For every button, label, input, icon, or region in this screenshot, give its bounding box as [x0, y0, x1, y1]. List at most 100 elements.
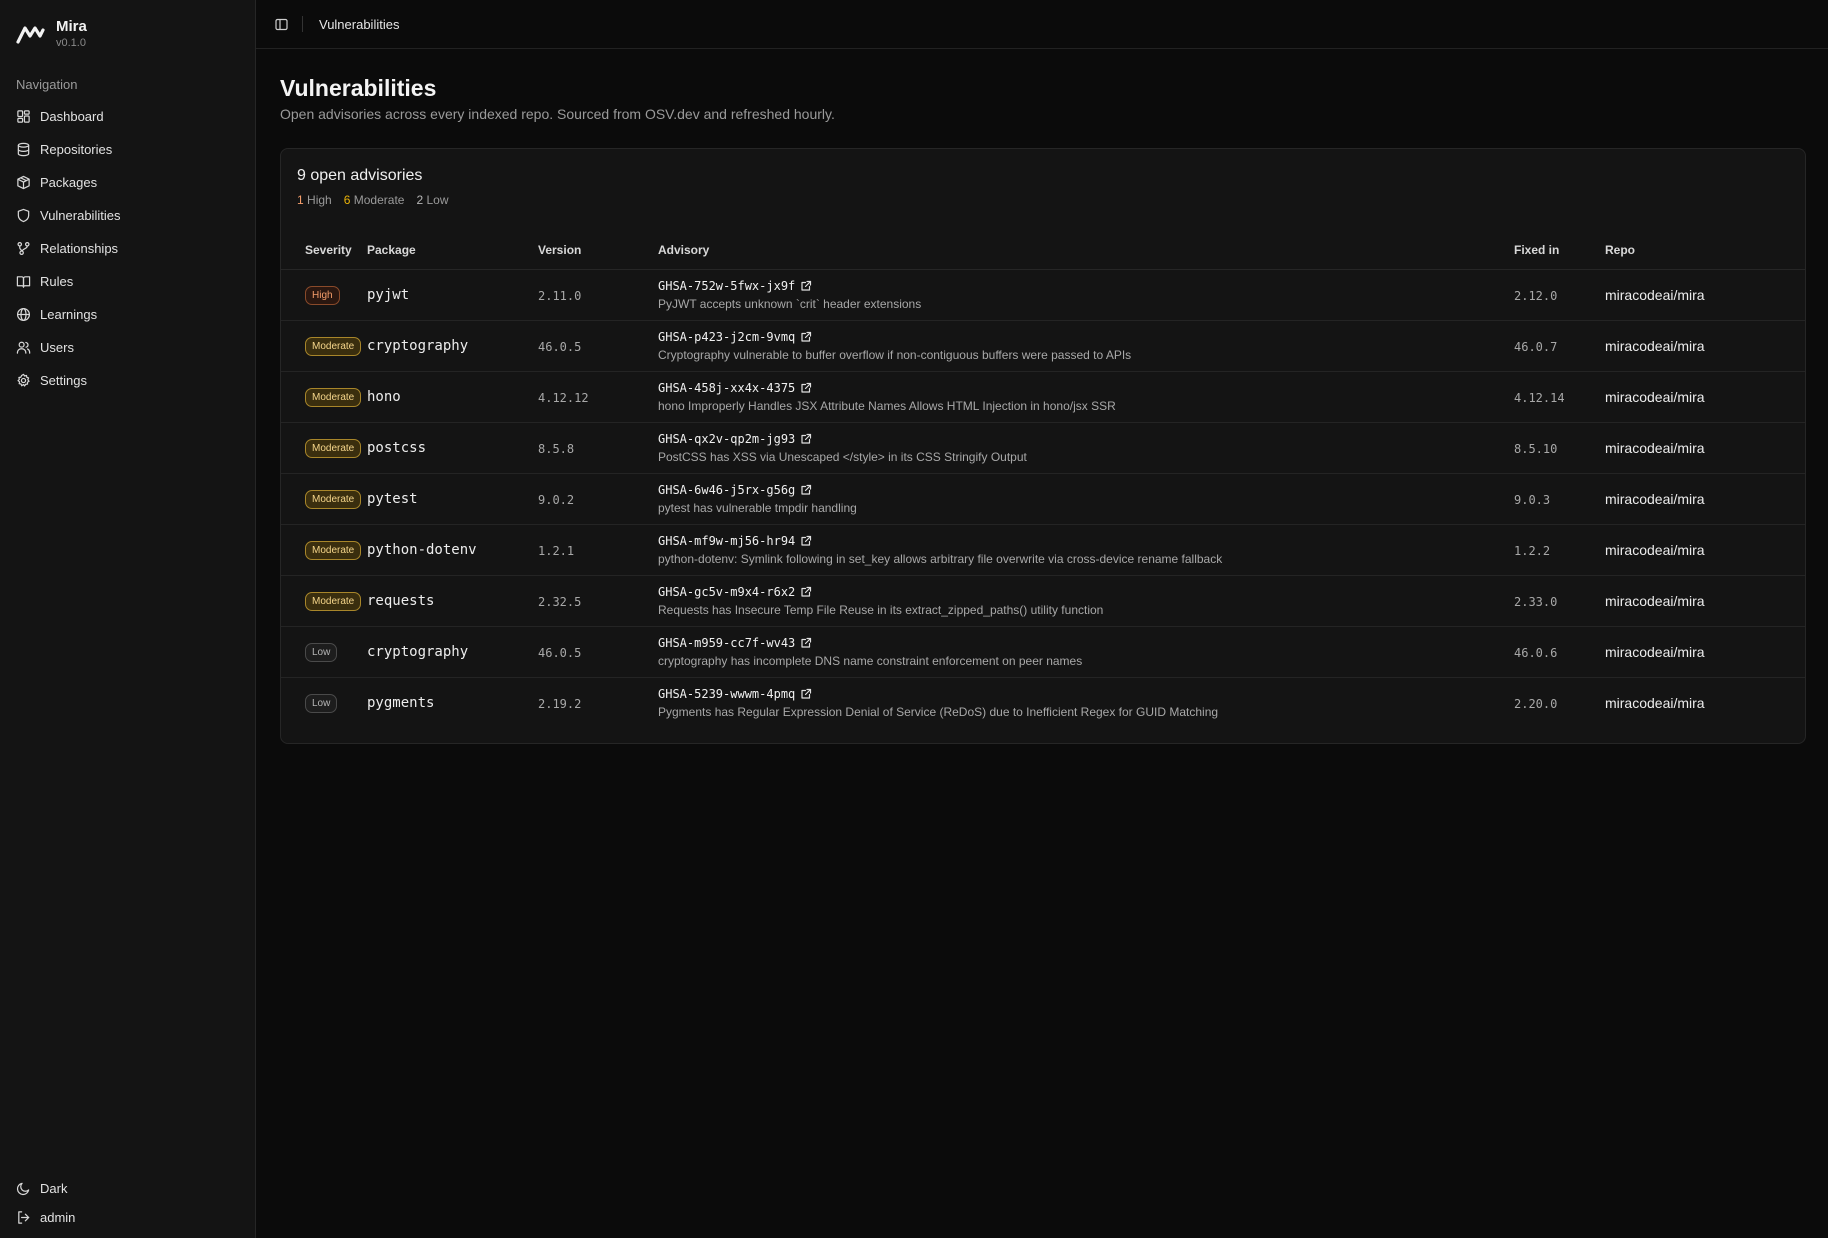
sidebar-item-repositories[interactable]: Repositories — [8, 133, 248, 166]
table-row[interactable]: High pyjwt 2.11.0 GHSA-752w-5fwx-jx9f Py… — [281, 269, 1805, 321]
column-header-repo[interactable]: Repo — [1605, 231, 1805, 270]
external-link-icon — [801, 637, 812, 648]
advisory-link[interactable]: GHSA-p423-j2cm-9vmq — [658, 330, 1514, 344]
sidebar-footer: Dark admin — [8, 1174, 248, 1232]
package-version: 4.12.12 — [538, 390, 589, 405]
table-header-row: Severity Package Version Advisory Fixed … — [281, 231, 1805, 270]
low-count: 2 Low — [416, 193, 449, 207]
repo-name[interactable]: miracodeai/mira — [1605, 644, 1705, 660]
advisories-table-body: High pyjwt 2.11.0 GHSA-752w-5fwx-jx9f Py… — [281, 269, 1805, 728]
advisory-description: hono Improperly Handles JSX Attribute Na… — [658, 398, 1116, 413]
table-row[interactable]: Low cryptography 46.0.5 GHSA-m959-cc7f-w… — [281, 626, 1805, 678]
fixed-version: 4.12.14 — [1514, 390, 1565, 405]
fixed-version: 8.5.10 — [1514, 441, 1558, 456]
fixed-version: 2.20.0 — [1514, 696, 1558, 711]
repo-name[interactable]: miracodeai/mira — [1605, 440, 1705, 456]
severity-badge: Moderate — [305, 387, 362, 407]
sidebar-item-relationships[interactable]: Relationships — [8, 232, 248, 265]
sidebar-item-label: Rules — [40, 274, 74, 289]
package-version: 1.2.1 — [538, 543, 575, 558]
sidebar: Mira v0.1.0 Navigation Dashboard Reposit… — [0, 0, 256, 1238]
package-version: 46.0.5 — [538, 339, 582, 354]
advisory-link[interactable]: GHSA-458j-xx4x-4375 — [658, 381, 1514, 395]
repo-name[interactable]: miracodeai/mira — [1605, 491, 1705, 507]
table-row[interactable]: Moderate cryptography 46.0.5 GHSA-p423-j… — [281, 320, 1805, 372]
git-branch-icon — [17, 241, 30, 256]
package-version: 46.0.5 — [538, 645, 582, 660]
table-row[interactable]: Moderate postcss 8.5.8 GHSA-qx2v-qp2m-jg… — [281, 422, 1805, 474]
sidebar-nav: Dashboard Repositories Packages Vulnerab… — [8, 100, 248, 397]
package-version: 9.0.2 — [538, 492, 575, 507]
advisory-link[interactable]: GHSA-gc5v-m9x4-r6x2 — [658, 585, 1514, 599]
column-header-severity[interactable]: Severity — [281, 231, 367, 270]
repo-name[interactable]: miracodeai/mira — [1605, 593, 1705, 609]
table-row[interactable]: Moderate requests 2.32.5 GHSA-gc5v-m9x4-… — [281, 575, 1805, 627]
topbar-divider — [302, 16, 303, 32]
sidebar-toggle-button[interactable] — [271, 14, 291, 34]
sidebar-item-label: Users — [40, 340, 74, 355]
package-name: pyjwt — [367, 287, 410, 303]
advisory-id: GHSA-m959-cc7f-wv43 — [658, 635, 796, 650]
advisory-link[interactable]: GHSA-qx2v-qp2m-jg93 — [658, 432, 1514, 446]
repo-name[interactable]: miracodeai/mira — [1605, 389, 1705, 405]
sidebar-item-dashboard[interactable]: Dashboard — [8, 100, 248, 133]
fixed-version: 1.2.2 — [1514, 543, 1551, 558]
severity-badge: Moderate — [305, 540, 362, 560]
column-header-advisory[interactable]: Advisory — [658, 231, 1514, 270]
sidebar-item-users[interactable]: Users — [8, 331, 248, 364]
mira-logo-icon — [16, 26, 45, 44]
advisory-description: PostCSS has XSS via Unescaped </style> i… — [658, 449, 1027, 464]
external-link-icon — [801, 331, 812, 342]
high-count: 1 High — [297, 193, 332, 207]
sidebar-item-label: Packages — [40, 175, 98, 190]
column-header-fixed-in[interactable]: Fixed in — [1514, 231, 1605, 270]
advisory-link[interactable]: GHSA-5239-wwwm-4pmq — [658, 687, 1514, 701]
advisories-count-title: 9 open advisories — [297, 167, 423, 184]
brand[interactable]: Mira v0.1.0 — [16, 18, 87, 50]
table-row[interactable]: Moderate hono 4.12.12 GHSA-458j-xx4x-437… — [281, 371, 1805, 423]
advisory-id: GHSA-6w46-j5rx-g56g — [658, 482, 796, 497]
theme-label: Dark — [40, 1181, 68, 1196]
logout-icon — [18, 1211, 30, 1224]
sidebar-item-packages[interactable]: Packages — [8, 166, 248, 199]
package-name: pygments — [367, 695, 435, 712]
package-version: 2.19.2 — [538, 696, 582, 711]
repo-name[interactable]: miracodeai/mira — [1605, 287, 1705, 303]
fixed-version: 9.0.3 — [1514, 492, 1551, 507]
advisory-link[interactable]: GHSA-m959-cc7f-wv43 — [658, 636, 1514, 650]
brand-version: v0.1.0 — [56, 37, 86, 49]
logout-button[interactable]: admin — [8, 1203, 248, 1232]
brand-name: Mira — [56, 18, 87, 35]
advisory-link[interactable]: GHSA-mf9w-mj56-hr94 — [658, 534, 1514, 548]
globe-icon — [16, 307, 31, 322]
sidebar-item-vulnerabilities[interactable]: Vulnerabilities — [8, 199, 248, 232]
package-name: python-dotenv — [367, 542, 477, 558]
fixed-version: 46.0.6 — [1514, 645, 1558, 660]
external-link-icon — [801, 433, 812, 444]
advisory-id: GHSA-5239-wwwm-4pmq — [658, 686, 796, 701]
advisory-id: GHSA-752w-5fwx-jx9f — [658, 278, 796, 293]
table-row[interactable]: Moderate pytest 9.0.2 GHSA-6w46-j5rx-g56… — [281, 473, 1805, 525]
table-row[interactable]: Moderate python-dotenv 1.2.1 GHSA-mf9w-m… — [281, 524, 1805, 576]
external-link-icon — [801, 688, 812, 699]
repo-name[interactable]: miracodeai/mira — [1605, 338, 1705, 354]
sidebar-item-rules[interactable]: Rules — [8, 265, 248, 298]
book-icon — [16, 276, 31, 288]
advisory-link[interactable]: GHSA-6w46-j5rx-g56g — [658, 483, 1514, 497]
severity-badge: High — [305, 285, 340, 305]
column-header-version[interactable]: Version — [538, 231, 658, 270]
theme-toggle[interactable]: Dark — [8, 1174, 248, 1203]
severity-badge: Low — [305, 642, 338, 662]
repo-name[interactable]: miracodeai/mira — [1605, 695, 1705, 711]
page-title: Vulnerabilities — [280, 75, 437, 101]
package-version: 8.5.8 — [538, 441, 575, 456]
advisory-id: GHSA-p423-j2cm-9vmq — [658, 329, 796, 344]
repo-name[interactable]: miracodeai/mira — [1605, 542, 1705, 558]
sidebar-toggle-icon — [274, 18, 288, 30]
column-header-package[interactable]: Package — [367, 231, 538, 270]
sidebar-item-settings[interactable]: Settings — [8, 364, 248, 397]
table-row[interactable]: Low pygments 2.19.2 GHSA-5239-wwwm-4pmq … — [281, 677, 1805, 728]
database-icon — [17, 142, 30, 157]
sidebar-item-learnings[interactable]: Learnings — [8, 298, 248, 331]
advisory-link[interactable]: GHSA-752w-5fwx-jx9f — [658, 279, 1514, 293]
